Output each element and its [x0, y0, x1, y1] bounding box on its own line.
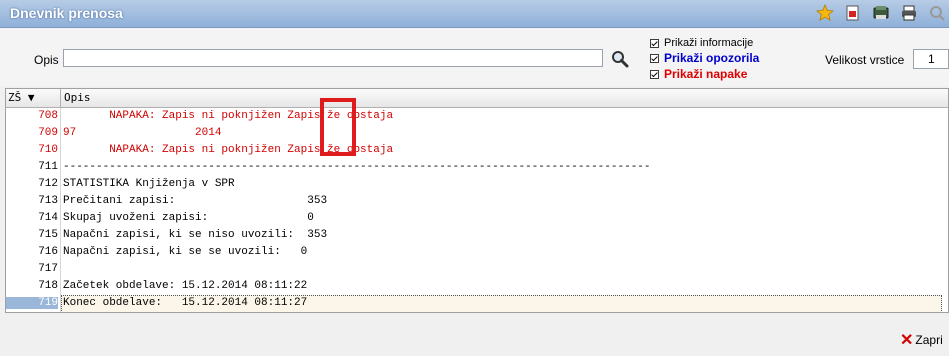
row-size-label: Velikost vrstice: [825, 53, 905, 67]
checkbox-checked-icon[interactable]: [650, 69, 659, 79]
row-number: 718: [38, 280, 58, 292]
filter-bar: Opis Prikaži informacije Prikaži opozori…: [0, 28, 949, 86]
new-document-icon[interactable]: [844, 4, 862, 22]
column-header-zs-label: ZŠ: [8, 91, 22, 104]
row-text: NAPAKA: Zapis ni poknjižen Zapis že obst…: [63, 110, 394, 122]
magnifier-icon[interactable]: [928, 4, 946, 22]
row-text: Napačni zapisi, ki se se uvozili: 0: [63, 246, 308, 258]
search-icon[interactable]: [610, 49, 630, 69]
row-divider: [60, 193, 61, 210]
row-divider: [60, 210, 61, 227]
table-row[interactable]: 710 NAPAKA: Zapis ni poknjižen Zapis že …: [6, 142, 948, 159]
row-divider: [60, 261, 61, 278]
row-divider: [60, 278, 61, 295]
table-row[interactable]: 713 Prečitani zapisi: 353: [6, 193, 948, 210]
table-row[interactable]: 719 Konec obdelave: 15.12.2014 08:11:27: [6, 295, 948, 312]
table-row[interactable]: 712 STATISTIKA Knjiženja v SPR: [6, 176, 948, 193]
row-text: Začetek obdelave: 15.12.2014 08:11:22: [63, 280, 308, 292]
table-row[interactable]: 715 Napačni zapisi, ki se niso uvozili: 3…: [6, 227, 948, 244]
opis-label: Opis: [34, 53, 59, 67]
row-number: 711: [38, 161, 58, 173]
table-row[interactable]: 717: [6, 261, 948, 278]
row-number: 713: [38, 195, 58, 207]
checkbox-checked-icon[interactable]: [650, 53, 659, 63]
row-text: Konec obdelave: 15.12.2014 08:11:27: [63, 297, 308, 309]
opis-input[interactable]: [63, 49, 603, 67]
sort-desc-icon[interactable]: ▼: [28, 91, 35, 104]
column-header-zs[interactable]: ZŠ ▼: [8, 91, 58, 104]
export-icon[interactable]: [872, 4, 890, 22]
table-row[interactable]: 714 Skupaj uvoženi zapisi: 0: [6, 210, 948, 227]
row-number: 709: [38, 127, 58, 139]
status-bar: ✕ Zapri: [0, 318, 949, 356]
show-info-checkbox[interactable]: Prikaži informacije: [650, 36, 753, 50]
show-warnings-checkbox[interactable]: Prikaži opozorila: [650, 51, 759, 65]
row-number: 719: [6, 297, 58, 309]
row-text: NAPAKA: Zapis ni poknjižen Zapis že obst…: [63, 144, 394, 156]
row-number: 708: [38, 110, 58, 122]
row-text: Skupaj uvoženi zapisi: 0: [63, 212, 314, 224]
row-number: 710: [38, 144, 58, 156]
close-label: Zapri: [915, 333, 943, 347]
table-row[interactable]: 708 NAPAKA: Zapis ni poknjižen Zapis že …: [6, 108, 948, 125]
row-number: 714: [38, 212, 58, 224]
show-errors-checkbox[interactable]: Prikaži napake: [650, 67, 747, 81]
star-icon[interactable]: [816, 4, 834, 22]
row-number: 717: [38, 263, 58, 275]
row-divider: [60, 125, 61, 142]
row-number: 712: [38, 178, 58, 190]
table-row[interactable]: 718 Začetek obdelave: 15.12.2014 08:11:22: [6, 278, 948, 295]
row-text: ----------------------------------------…: [63, 161, 651, 173]
window-title: Dnevnik prenosa: [10, 5, 123, 21]
row-text: STATISTIKA Knjiženja v SPR: [63, 178, 235, 190]
row-size-input[interactable]: [913, 49, 949, 69]
column-header-opis[interactable]: Opis: [64, 91, 91, 104]
row-divider: [60, 159, 61, 176]
row-text: Napačni zapisi, ki se niso uvozili: 353: [63, 229, 328, 241]
close-button[interactable]: ✕ Zapri: [900, 332, 943, 349]
table-row[interactable]: 711 -------------------------------------…: [6, 159, 948, 176]
table-row[interactable]: 709 97 2014: [6, 125, 948, 142]
row-divider: [60, 244, 61, 261]
print-icon[interactable]: [900, 4, 918, 22]
show-info-label: Prikaži informacije: [664, 37, 754, 49]
grid-header: ZŠ ▼ Opis: [6, 89, 948, 108]
close-icon: ✕: [900, 332, 914, 349]
row-divider: [60, 176, 61, 193]
row-text: 97 2014: [63, 127, 222, 139]
column-divider[interactable]: [60, 89, 61, 107]
log-grid: ZŠ ▼ Opis 708 NAPAKA: Zapis ni poknjižen…: [5, 88, 949, 313]
row-divider: [60, 295, 61, 312]
table-row[interactable]: 716 Napačni zapisi, ki se se uvozili: 0: [6, 244, 948, 261]
row-divider: [60, 142, 61, 159]
checkbox-checked-icon[interactable]: [650, 38, 659, 48]
row-divider: [60, 108, 61, 125]
title-bar: Dnevnik prenosa: [0, 0, 949, 28]
row-text: Prečitani zapisi: 353: [63, 195, 328, 207]
row-number: 716: [38, 246, 58, 258]
row-divider: [60, 227, 61, 244]
show-errors-label: Prikaži napake: [664, 67, 748, 81]
show-warnings-label: Prikaži opozorila: [664, 51, 760, 65]
row-number: 715: [38, 229, 58, 241]
